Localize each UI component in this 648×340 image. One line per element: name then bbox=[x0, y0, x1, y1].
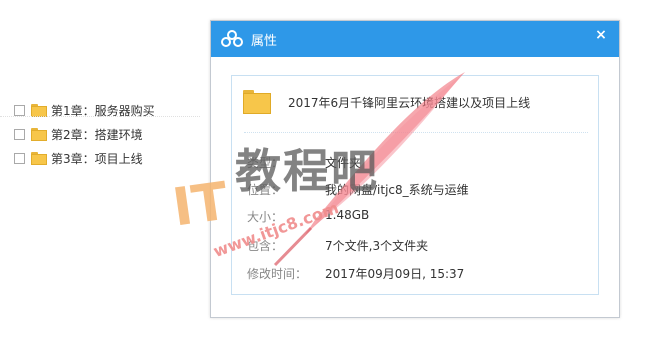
baidu-cloud-icon bbox=[221, 30, 243, 48]
property-value: 7个文件,3个文件夹 bbox=[325, 239, 429, 253]
dialog-titlebar[interactable]: 属性 × bbox=[211, 21, 619, 57]
folder-icon bbox=[31, 151, 47, 165]
file-name[interactable]: 第3章：项目上线 bbox=[51, 150, 143, 167]
properties-panel: 2017年6月千锋阿里云环境搭建以及项目上线 类型： 文件夹 位置： 我的网盘/… bbox=[231, 75, 599, 295]
property-value[interactable]: 我的网盘/itjc8_系统与运维 bbox=[325, 181, 469, 198]
property-contains: 包含： 7个文件,3个文件夹 bbox=[247, 237, 428, 254]
folder-icon bbox=[243, 90, 271, 114]
dialog-title: 属性 bbox=[251, 33, 278, 49]
file-name[interactable]: 第2章：搭建环境 bbox=[51, 126, 143, 143]
folder-icon bbox=[31, 127, 47, 141]
property-location: 位置： 我的网盘/itjc8_系统与运维 bbox=[247, 181, 469, 198]
property-size: 大小： 1.48GB bbox=[247, 208, 369, 225]
properties-dialog: 属性 × 2017年6月千锋阿里云环境搭建以及项目上线 类型： 文件夹 位置： … bbox=[210, 20, 620, 318]
checkbox[interactable] bbox=[14, 152, 25, 164]
property-label: 位置： bbox=[247, 183, 284, 197]
list-item[interactable]: 第2章：搭建环境 bbox=[0, 122, 170, 146]
property-label: 大小： bbox=[247, 210, 284, 224]
divider bbox=[244, 132, 588, 133]
file-list: 第1章：服务器购买 第2章：搭建环境 第3章：项目上线 bbox=[0, 98, 170, 170]
property-label: 修改时间： bbox=[247, 267, 308, 281]
checkbox[interactable] bbox=[14, 128, 25, 140]
list-item[interactable]: 第1章：服务器购买 bbox=[0, 98, 170, 122]
property-value: 2017年09月09日, 15:37 bbox=[325, 267, 465, 281]
property-label: 包含： bbox=[247, 239, 284, 253]
list-item[interactable]: 第3章：项目上线 bbox=[0, 146, 170, 170]
property-modified: 修改时间： 2017年09月09日, 15:37 bbox=[247, 265, 464, 282]
folder-name: 2017年6月千锋阿里云环境搭建以及项目上线 bbox=[288, 96, 531, 110]
divider bbox=[0, 116, 200, 117]
close-icon[interactable]: × bbox=[593, 27, 609, 43]
property-label: 类型： bbox=[247, 156, 284, 170]
property-value: 文件夹 bbox=[325, 156, 362, 170]
checkbox[interactable] bbox=[14, 104, 25, 116]
property-type: 类型： 文件夹 bbox=[247, 154, 361, 171]
property-value: 1.48GB bbox=[325, 208, 370, 222]
folder-icon bbox=[31, 103, 47, 117]
